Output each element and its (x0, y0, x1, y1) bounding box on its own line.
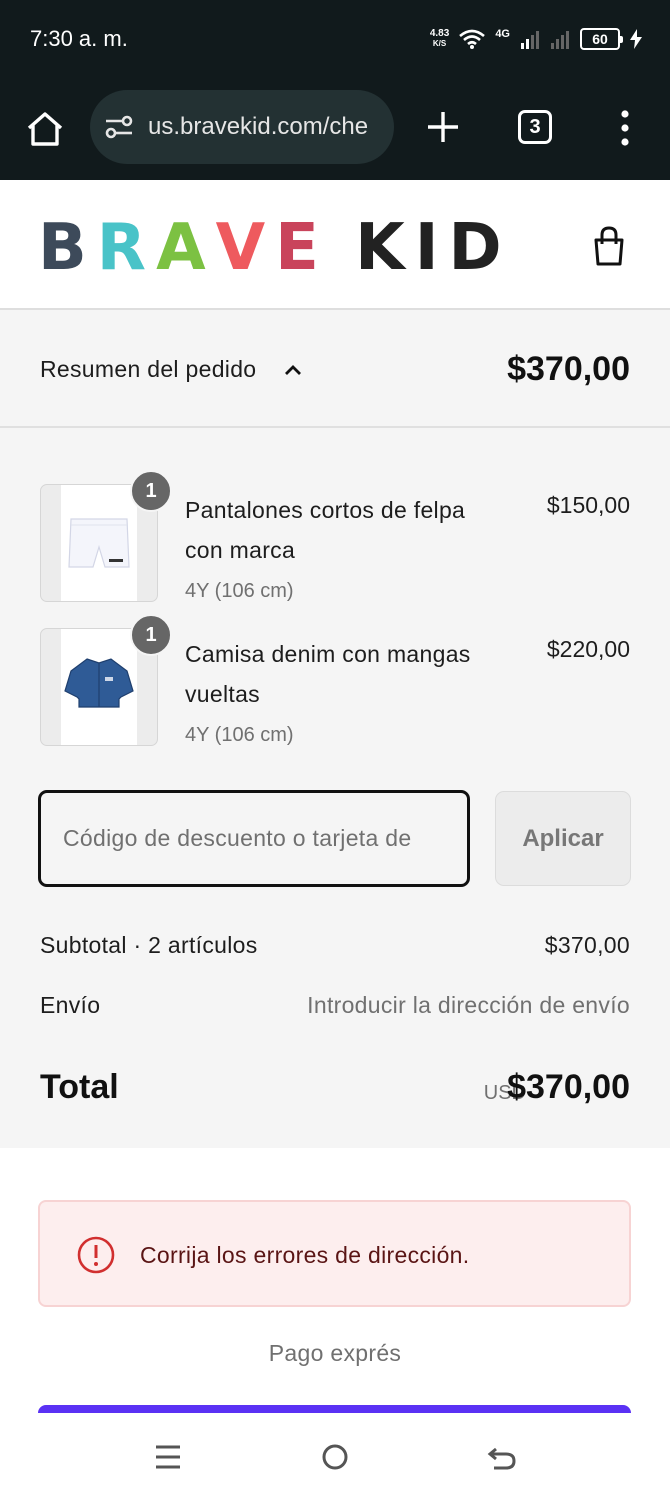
logo-letter (329, 216, 355, 280)
order-summary-toggle[interactable]: Resumen del pedido $370,00 (0, 310, 670, 428)
item-variant: 4Y (106 cm) (185, 724, 294, 746)
total-label: Total (40, 1068, 119, 1106)
discount-code-input[interactable] (38, 790, 470, 887)
logo-letter: E (275, 211, 329, 285)
signal-icon (521, 31, 539, 49)
line-item: 1 Camisa denim con mangas vueltas 4Y (10… (0, 614, 670, 758)
line-item: 1 Pantalones cortos de felpa con marca 4… (0, 470, 670, 614)
wifi-icon (459, 29, 486, 49)
logo-letter: K (355, 211, 415, 285)
error-banner: Corrija los errores de dirección. (38, 1200, 631, 1307)
status-icons: 4.83 K/S 4G 60 (430, 24, 642, 54)
apply-discount-button[interactable]: Aplicar (495, 791, 631, 886)
shopping-bag-icon[interactable] (588, 224, 630, 268)
logo-letter: B (38, 211, 97, 285)
home-nav-icon[interactable] (317, 1439, 353, 1475)
url-text: us.bravekid.com/che (148, 113, 369, 140)
more-vert-icon[interactable] (612, 108, 638, 148)
brand-logo[interactable]: BRAVE KID (38, 216, 512, 280)
network-speed: 4.83 K/S (430, 29, 449, 49)
item-price: $150,00 (546, 492, 630, 518)
plus-icon[interactable] (424, 108, 462, 146)
total-value: $370,00 (507, 1068, 630, 1106)
system-nav-bar (0, 1413, 670, 1500)
order-summary: Resumen del pedido $370,00 1 Pantalones … (0, 310, 670, 1148)
network-speed-value: 4.83 (429, 28, 450, 39)
logo-letter: D (448, 211, 512, 285)
shipping-row: Envío Introducir la dirección de envío (40, 992, 630, 1019)
express-checkout-label: Pago exprés (268, 1340, 402, 1366)
error-message: Corrija los errores de dirección. (140, 1242, 470, 1268)
tab-count: 3 (529, 115, 541, 138)
browser-toolbar: us.bravekid.com/che 3 (0, 80, 670, 180)
chevron-up-icon (285, 365, 301, 375)
tab-switcher-button[interactable]: 3 (518, 110, 552, 144)
back-icon[interactable] (484, 1439, 520, 1475)
subtotal-row: Subtotal · 2 artículos $370,00 (40, 932, 630, 959)
network-type: 4G (495, 28, 510, 40)
signal-icon-secondary (551, 31, 569, 49)
recent-apps-icon[interactable] (150, 1439, 186, 1475)
order-summary-total: $370,00 (507, 350, 630, 388)
item-name: Pantalones cortos de felpa con marca (185, 497, 466, 563)
item-price: $220,00 (546, 636, 630, 662)
subtotal-value: $370,00 (544, 932, 630, 958)
battery-level: 60 (592, 31, 608, 47)
status-bar: 7:30 a. m. 4.83 K/S 4G 60 (0, 0, 670, 80)
site-settings-icon[interactable] (104, 114, 134, 140)
shorts-image (68, 518, 130, 568)
shipping-value: Introducir la dirección de envío (307, 992, 630, 1018)
network-speed-unit: K/S (432, 39, 447, 48)
charging-icon (630, 29, 642, 49)
status-time: 7:30 a. m. (30, 26, 128, 51)
item-name: Camisa denim con mangas vueltas (185, 641, 471, 707)
address-bar[interactable]: us.bravekid.com/che (90, 90, 394, 164)
quantity-badge: 1 (130, 470, 172, 512)
battery-icon: 60 (580, 28, 623, 50)
error-icon (77, 1236, 115, 1274)
item-variant: 4Y (106 cm) (185, 580, 294, 602)
denim-shirt-image (64, 658, 134, 708)
logo-letter: V (215, 211, 276, 285)
shipping-label: Envío (40, 992, 101, 1018)
logo-letter: A (156, 211, 216, 285)
logo-letter: R (96, 211, 157, 285)
quantity-badge: 1 (130, 614, 172, 656)
order-summary-label: Resumen del pedido (40, 356, 257, 382)
home-icon[interactable] (24, 108, 66, 150)
logo-letter: I (414, 211, 449, 285)
subtotal-label: Subtotal · 2 artículos (40, 932, 258, 958)
site-header: BRAVE KID (0, 180, 670, 310)
